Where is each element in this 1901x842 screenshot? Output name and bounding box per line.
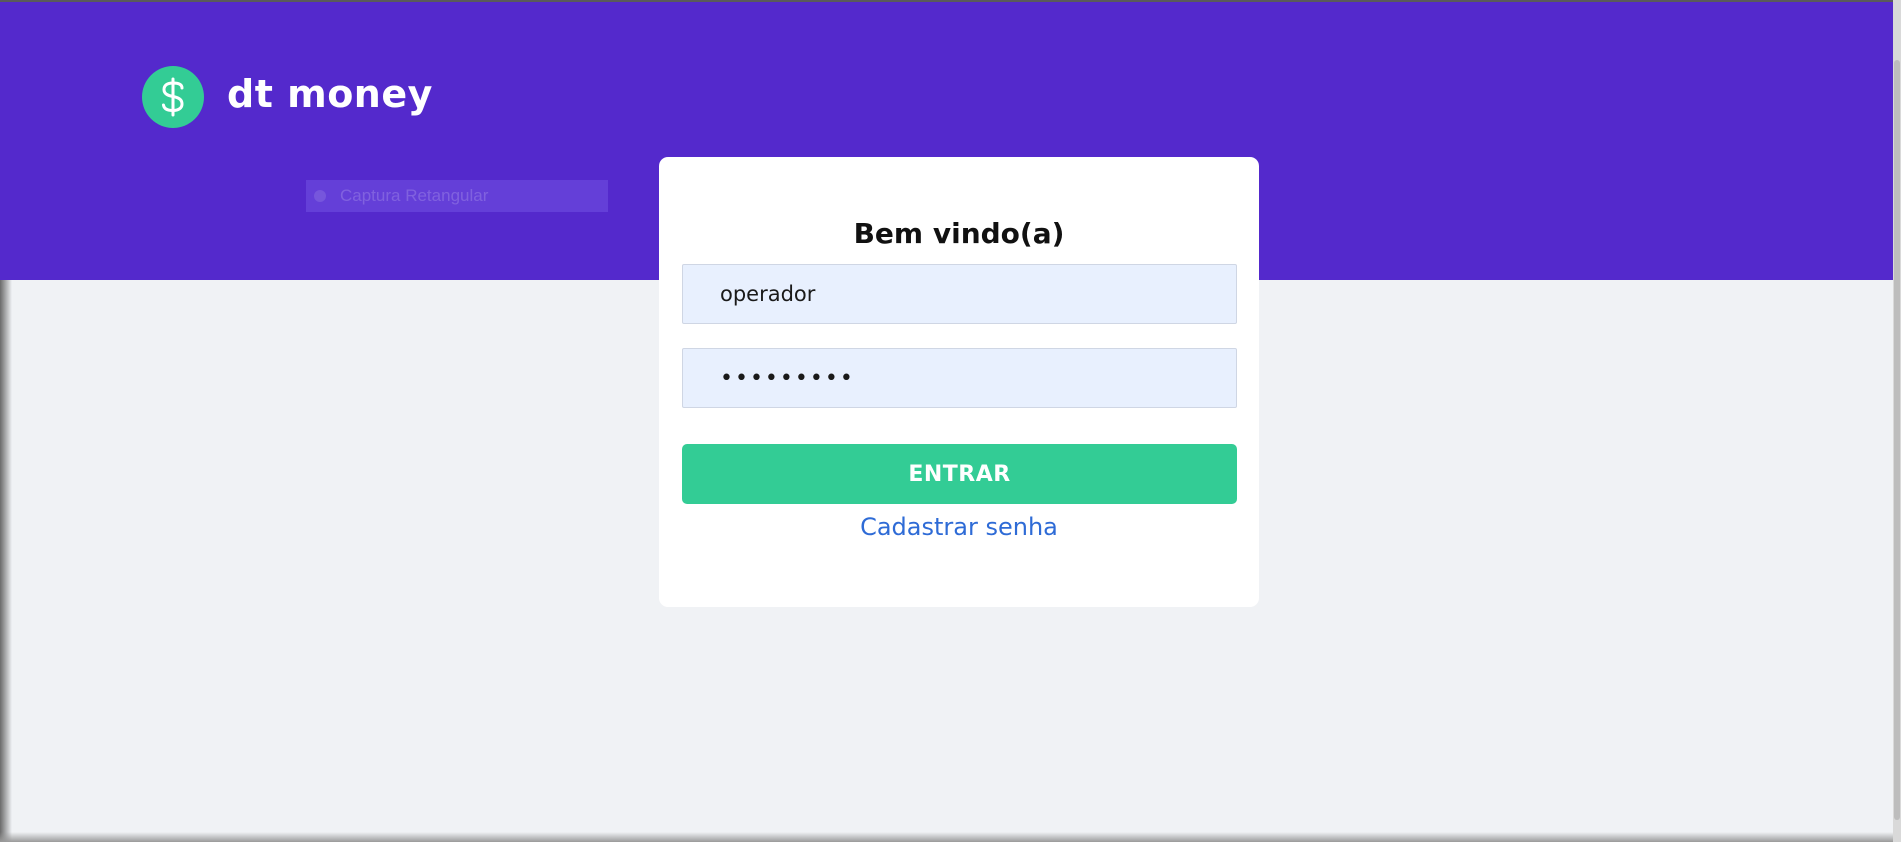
- dollar-sign-icon: [162, 77, 184, 117]
- username-value: operador: [720, 282, 816, 306]
- login-card: Bem vindo(a) operador ••••••••• ENTRAR C…: [659, 157, 1259, 607]
- logo: [142, 66, 204, 128]
- password-input[interactable]: •••••••••: [682, 348, 1237, 408]
- capture-label: Captura Retangular: [340, 186, 489, 205]
- left-edge-shadow: [0, 280, 12, 842]
- login-title: Bem vindo(a): [853, 217, 1065, 250]
- vertical-scrollbar[interactable]: [1893, 0, 1901, 842]
- password-value: •••••••••: [720, 365, 855, 391]
- login-button[interactable]: ENTRAR: [682, 444, 1237, 504]
- brand-name: dt money: [227, 72, 433, 116]
- bottom-edge-shadow: [0, 832, 1893, 842]
- username-input[interactable]: operador: [682, 264, 1237, 324]
- register-password-link[interactable]: Cadastrar senha: [659, 513, 1259, 541]
- login-button-label: ENTRAR: [908, 461, 1011, 487]
- capture-icon: [314, 190, 326, 202]
- capture-overlay: Captura Retangular: [306, 180, 608, 212]
- scrollbar-thumb[interactable]: [1894, 60, 1900, 820]
